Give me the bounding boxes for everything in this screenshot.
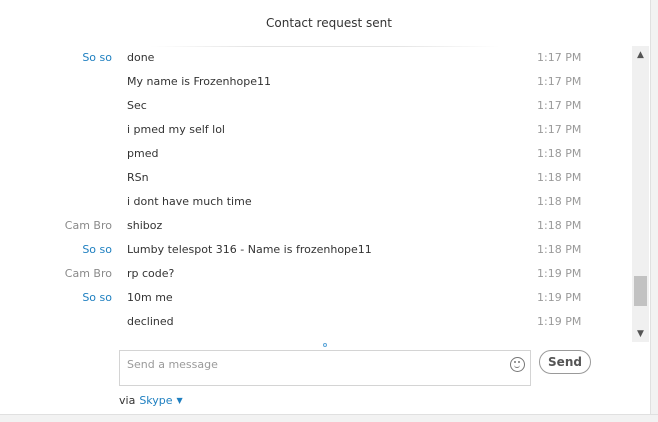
typing-indicator-icon <box>323 343 327 347</box>
scroll-thumb[interactable] <box>634 276 647 307</box>
message-row: Sec 1:17 PM <box>0 94 632 118</box>
message-row: i dont have much time 1:18 PM <box>0 190 632 214</box>
message-row: So so done 1:17 PM <box>0 46 632 70</box>
message-sender[interactable]: Cam Bro <box>65 267 112 280</box>
message-timestamp: 1:17 PM <box>537 75 582 88</box>
contact-request-status: Contact request sent <box>266 16 392 30</box>
message-text: i pmed my self lol <box>127 123 225 136</box>
message-row: RSn 1:18 PM <box>0 166 632 190</box>
via-label: via <box>119 394 136 407</box>
conversation-status: Contact request sent <box>0 0 658 46</box>
message-row: So so 10m me 1:19 PM <box>0 286 632 310</box>
message-timestamp: 1:18 PM <box>537 219 582 232</box>
message-timestamp: 1:19 PM <box>537 267 582 280</box>
message-timestamp: 1:18 PM <box>537 195 582 208</box>
chevron-down-icon[interactable]: ▼ <box>177 396 183 405</box>
message-text: RSn <box>127 171 149 184</box>
message-text: rp code? <box>127 267 175 280</box>
message-text: Lumby telespot 316 - Name is frozenhope1… <box>127 243 372 256</box>
via-service-selector[interactable]: Skype <box>139 394 172 407</box>
message-sender[interactable]: So so <box>82 51 112 64</box>
message-timestamp: 1:18 PM <box>537 243 582 256</box>
message-list: So so done 1:17 PM My name is Frozenhope11 1… <box>0 46 632 342</box>
message-row: pmed 1:18 PM <box>0 142 632 166</box>
message-input[interactable] <box>127 355 502 373</box>
message-row: Cam Bro shiboz 1:18 PM <box>0 214 632 238</box>
message-sender[interactable]: Cam Bro <box>65 219 112 232</box>
message-timestamp: 1:17 PM <box>537 123 582 136</box>
message-text: declined <box>127 315 174 328</box>
message-text: done <box>127 51 155 64</box>
message-row: declined 1:19 PM <box>0 310 632 334</box>
message-text: pmed <box>127 147 159 160</box>
scroll-up-icon[interactable]: ▲ <box>632 46 649 63</box>
message-row: i pmed my self lol 1:17 PM <box>0 118 632 142</box>
message-timestamp: 1:17 PM <box>537 51 582 64</box>
message-timestamp: 1:19 PM <box>537 291 582 304</box>
send-button[interactable]: Send <box>539 350 591 374</box>
message-scrollbar[interactable]: ▲ ▼ <box>632 46 649 342</box>
message-row: My name is Frozenhope11 1:17 PM <box>0 70 632 94</box>
message-timestamp: 1:18 PM <box>537 147 582 160</box>
message-sender[interactable]: So so <box>82 291 112 304</box>
message-timestamp: 1:19 PM <box>537 315 582 328</box>
window-bottom-edge <box>0 414 658 422</box>
message-text: i dont have much time <box>127 195 252 208</box>
message-sender[interactable]: So so <box>82 243 112 256</box>
message-text: 10m me <box>127 291 173 304</box>
message-compose-box[interactable] <box>119 350 531 386</box>
emoticon-icon[interactable] <box>510 357 525 372</box>
message-row: Cam Bro rp code? 1:19 PM <box>0 262 632 286</box>
scroll-down-icon[interactable]: ▼ <box>632 325 649 342</box>
message-via: via Skype ▼ <box>119 394 183 407</box>
message-timestamp: 1:17 PM <box>537 99 582 112</box>
window-right-edge <box>650 0 658 422</box>
message-text: My name is Frozenhope11 <box>127 75 271 88</box>
message-row: So so Lumby telespot 316 - Name is frozen… <box>0 238 632 262</box>
message-timestamp: 1:18 PM <box>537 171 582 184</box>
message-text: Sec <box>127 99 147 112</box>
message-text: shiboz <box>127 219 163 232</box>
